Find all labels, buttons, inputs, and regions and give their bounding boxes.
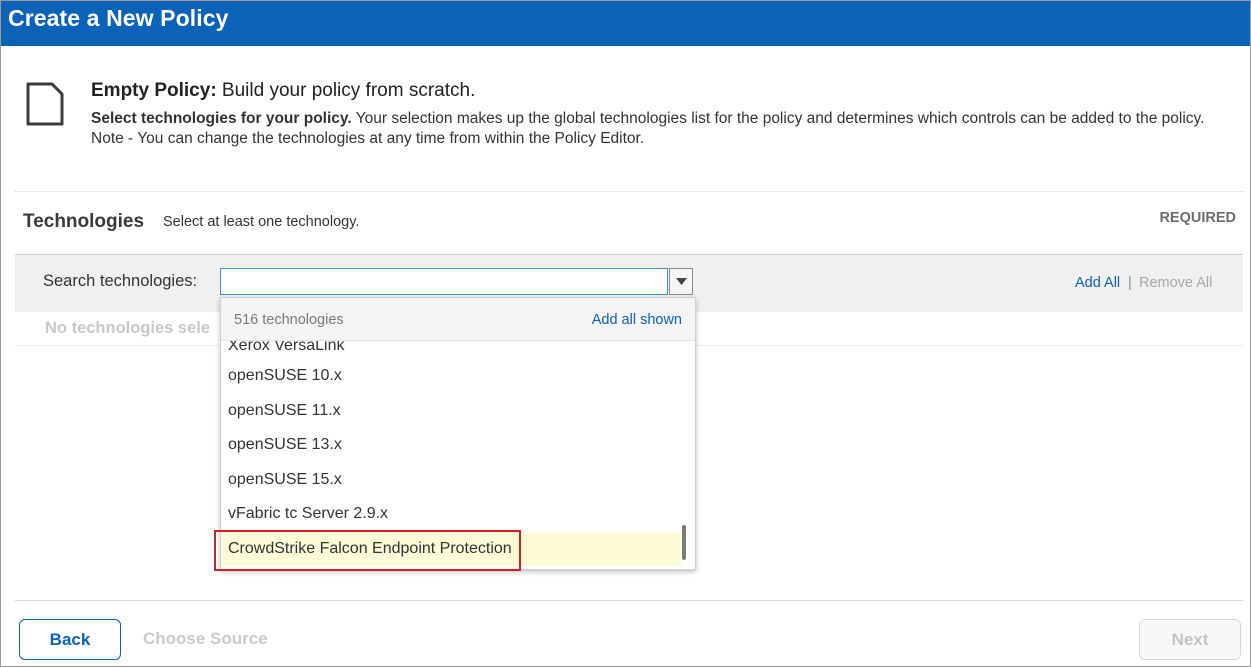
choose-source-step: Choose Source — [143, 629, 268, 648]
link-separator: | — [1128, 275, 1132, 291]
divider — [15, 191, 1243, 192]
add-all-link[interactable]: Add All — [1075, 275, 1120, 291]
chevron-down-icon — [675, 278, 687, 285]
list-item[interactable]: openSUSE 10.x — [221, 359, 681, 393]
dialog-title: Create a New Policy — [8, 5, 229, 31]
policy-type-name: Empty Policy: — [91, 80, 217, 101]
list-item[interactable]: openSUSE 13.x — [221, 428, 681, 462]
policy-type-heading: Empty Policy: Build your policy from scr… — [91, 80, 475, 102]
no-technologies-message: No technologies sele — [45, 319, 211, 337]
technology-count: 516 technologies — [234, 312, 344, 328]
policy-instructions: Select technologies for your policy. You… — [91, 109, 1221, 149]
technologies-heading: Technologies — [23, 211, 145, 232]
technologies-hint: Select at least one technology. — [163, 214, 360, 230]
dropdown-toggle-button[interactable] — [669, 268, 693, 295]
add-all-shown-link[interactable]: Add all shown — [592, 312, 682, 328]
search-label: Search technologies: — [43, 272, 198, 290]
dropdown-scrollbar[interactable] — [682, 525, 686, 560]
list-item[interactable]: vFabric tc Server 2.9.x — [221, 497, 681, 531]
create-policy-dialog: Create a New Policy Empty Policy: Build … — [0, 0, 1251, 667]
instructions-lead: Select technologies for your policy. — [91, 110, 352, 127]
list-item[interactable]: openSUSE 15.x — [221, 463, 681, 497]
next-button[interactable]: Next — [1139, 619, 1241, 660]
required-badge: REQUIRED — [1159, 210, 1236, 226]
policy-type-desc: Build your policy from scratch. — [216, 80, 476, 101]
search-technologies-input[interactable] — [220, 268, 668, 295]
divider — [15, 600, 1243, 601]
title-bar: Create a New Policy — [1, 1, 1250, 46]
document-icon — [26, 82, 64, 126]
dropdown-header: 516 technologies Add all shown — [221, 298, 695, 341]
callout-highlight-box — [214, 530, 521, 571]
back-button[interactable]: Back — [19, 619, 121, 660]
list-item[interactable]: openSUSE 11.x — [221, 394, 681, 428]
remove-all-link[interactable]: Remove All — [1139, 275, 1212, 291]
